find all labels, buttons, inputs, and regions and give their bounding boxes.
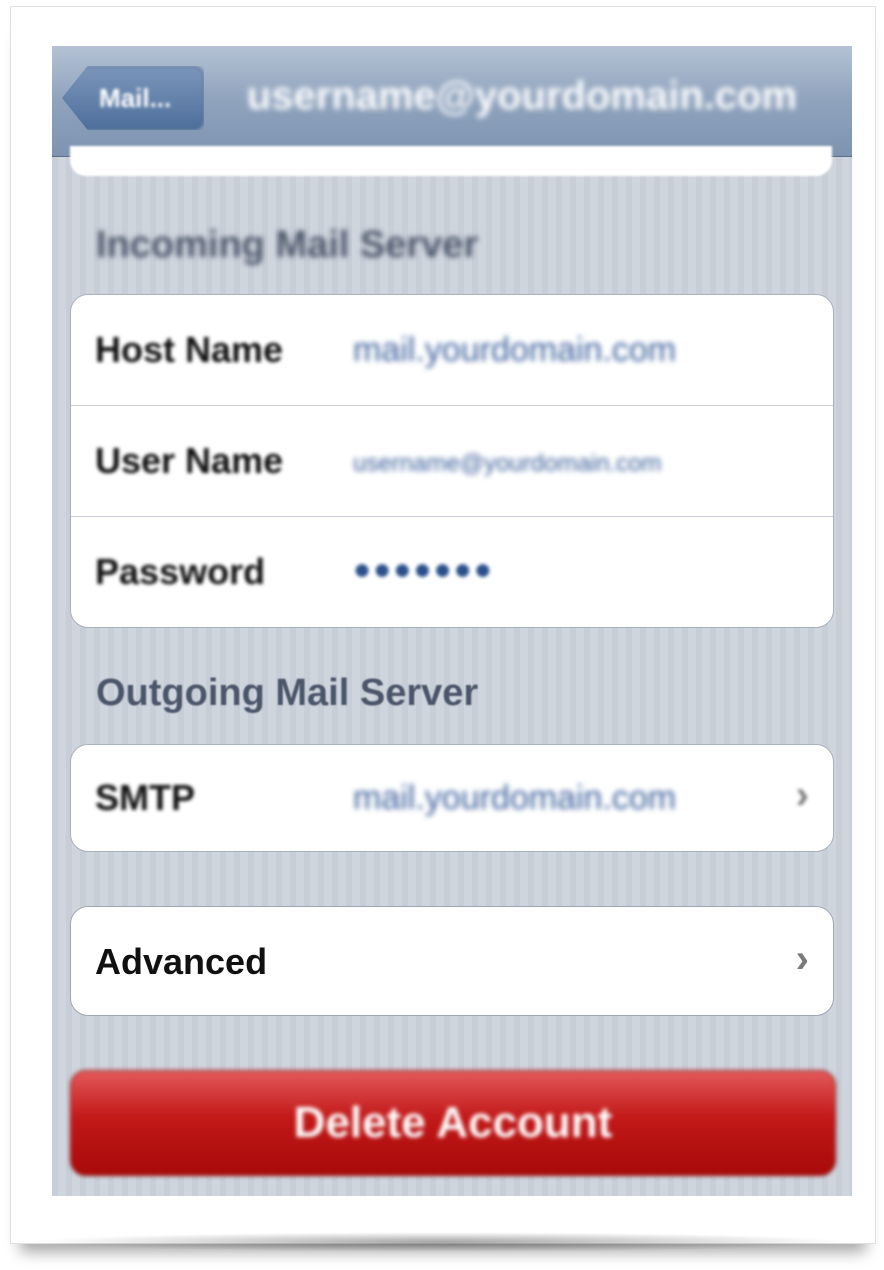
incoming-section-title: Incoming Mail Server	[96, 224, 479, 266]
smtp-label: SMTP	[95, 777, 196, 818]
nav-title: username@yourdomain.com	[246, 74, 798, 118]
user-name-label: User Name	[95, 440, 284, 481]
back-button[interactable]: Mail...	[62, 66, 204, 130]
phone-screen: Mail... username@yourdomain.com Incoming…	[52, 46, 852, 1196]
outgoing-section-title: Outgoing Mail Server	[96, 672, 479, 714]
user-name-row[interactable]: User Name username@yourdomain.com	[71, 406, 833, 517]
outgoing-server-card: SMTP mail.yourdomain.com ›	[70, 744, 834, 852]
frame-shadow	[30, 1232, 854, 1252]
delete-account-button[interactable]: Delete Account	[70, 1070, 836, 1176]
smtp-server-value: mail.yourdomain.com	[353, 779, 677, 817]
host-name-row[interactable]: Host Name mail.yourdomain.com	[71, 295, 833, 406]
navigation-bar: Mail... username@yourdomain.com	[52, 46, 852, 157]
host-name-field[interactable]: mail.yourdomain.com	[353, 331, 676, 370]
incoming-server-card: Host Name mail.yourdomain.com User Name …	[70, 294, 834, 628]
host-name-label: Host Name	[95, 329, 284, 370]
smtp-row[interactable]: SMTP mail.yourdomain.com ›	[71, 745, 833, 851]
advanced-row[interactable]: Advanced ›	[70, 906, 834, 1016]
back-button-label: Mail...	[99, 83, 172, 113]
password-row[interactable]: Password ●●●●●●●	[71, 517, 833, 627]
password-label: Password	[95, 551, 266, 592]
advanced-label: Advanced	[95, 941, 268, 982]
previous-section-card-edge	[70, 146, 832, 176]
chevron-right-icon: ›	[795, 773, 809, 817]
user-name-field[interactable]: username@yourdomain.com	[353, 450, 662, 478]
password-field[interactable]: ●●●●●●●	[353, 553, 494, 587]
chevron-right-icon: ›	[795, 937, 809, 981]
